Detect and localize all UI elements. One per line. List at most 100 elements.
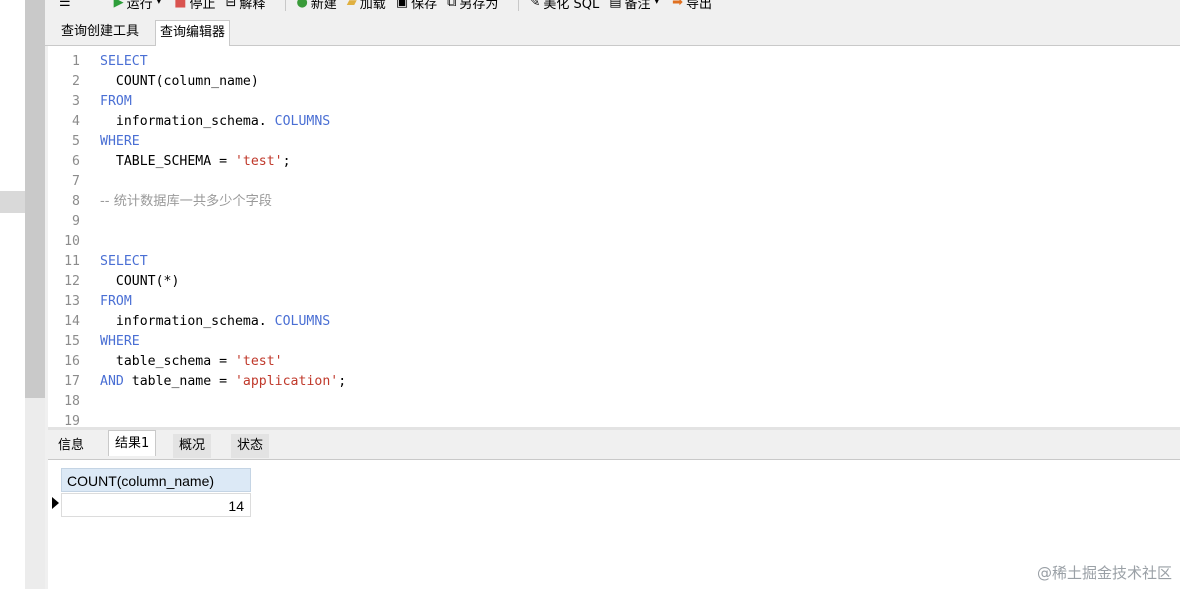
code-token: SELECT <box>100 54 148 69</box>
code-token: ; <box>338 374 347 389</box>
left-gutter <box>0 0 25 589</box>
toolbar-divider <box>518 0 520 11</box>
save-as-button[interactable]: ⧉ 另存为 <box>447 0 498 12</box>
code-token: SELECT <box>100 254 148 269</box>
line-number: 8 <box>72 194 80 209</box>
editor-tabbar: 查询创建工具 查询编辑器 <box>45 17 1180 46</box>
code-line[interactable]: 6 TABLE_SCHEMA = 'test'; <box>48 152 1180 172</box>
code-line[interactable]: 3 FROM <box>48 92 1180 112</box>
explain-icon: ⊟ <box>225 0 237 10</box>
code-line[interactable]: 8 -- 统计数据库一共多少个字段 <box>48 192 1180 212</box>
code-line[interactable]: 12 COUNT(*) <box>48 272 1180 292</box>
code-line[interactable]: 18 <box>48 392 1180 412</box>
tab-query-editor[interactable]: 查询编辑器 <box>155 20 231 46</box>
save-button[interactable]: ▣ 保存 <box>396 0 437 12</box>
save-as-icon: ⧉ <box>447 0 457 10</box>
code-line[interactable]: 9 <box>48 212 1180 232</box>
code-token: 'test' <box>234 354 283 369</box>
line-number: 11 <box>64 254 80 269</box>
run-button[interactable]: ▶ 运行 ▾ <box>114 0 165 12</box>
line-number: 1 <box>72 54 80 69</box>
line-number: 10 <box>64 234 80 249</box>
code-token: COLUMNS <box>274 314 331 329</box>
code-token: FROM <box>100 294 132 309</box>
explain-button[interactable]: ⊟ 解释 <box>226 0 266 12</box>
result-tabbar: 信息 结果1 概况 状态 <box>48 430 1180 460</box>
play-icon: ▶ <box>113 0 124 10</box>
code-line[interactable]: 7 <box>48 172 1180 192</box>
save-icon: ▣ <box>395 0 409 10</box>
tab-result1[interactable]: 结果1 <box>108 430 157 456</box>
chevron-down-icon[interactable]: ▾ <box>157 0 162 7</box>
current-row-arrow-icon <box>52 497 59 509</box>
note-button[interactable]: ▤ 备注 ▾ <box>609 0 662 12</box>
line-number: 3 <box>72 94 80 109</box>
code-token: information_schema. <box>100 114 275 129</box>
export-button[interactable]: ➡ 导出 <box>672 0 712 12</box>
left-scrollbar-thumb[interactable] <box>25 0 45 398</box>
line-number: 2 <box>72 74 80 89</box>
code-line[interactable]: 10 <box>48 232 1180 252</box>
line-number: 14 <box>64 314 80 329</box>
code-line[interactable]: 11 SELECT <box>48 252 1180 272</box>
code-line[interactable]: 19 <box>48 412 1180 427</box>
tab-status[interactable]: 状态 <box>231 434 270 458</box>
code-line[interactable]: 15 WHERE <box>48 332 1180 352</box>
code-line[interactable]: 14 information_schema. COLUMNS <box>48 312 1180 332</box>
code-line[interactable]: 16 table_schema = 'test' <box>48 352 1180 372</box>
code-token: 'test' <box>234 154 283 169</box>
line-number: 12 <box>64 274 80 289</box>
note-icon: ▤ <box>609 0 622 10</box>
stop-icon: ■ <box>174 0 187 10</box>
left-gutter-marker <box>0 191 25 213</box>
code-line[interactable]: 13 FROM <box>48 292 1180 312</box>
code-token: table_name = <box>123 374 235 389</box>
tab-info[interactable]: 信息 <box>52 434 90 458</box>
code-line[interactable]: 1 SELECT <box>48 52 1180 72</box>
export-arrow-icon: ➡ <box>672 0 683 10</box>
chevron-down-icon[interactable]: ▾ <box>655 0 660 7</box>
wand-icon: ✎ <box>529 0 541 10</box>
code-token: COUNT(*) <box>100 274 180 289</box>
code-token: table_schema = <box>100 354 235 369</box>
line-number: 9 <box>72 214 80 229</box>
line-number: 15 <box>64 334 80 349</box>
code-line[interactable]: 5 WHERE <box>48 132 1180 152</box>
line-number: 5 <box>72 134 80 149</box>
code-token: WHERE <box>100 334 140 349</box>
line-number: 18 <box>64 394 80 409</box>
toolbar: ☰ ▶ 运行 ▾ ■ 停止 ⊟ 解释 ● 新建 ▰ 加载 ▣ 保存 ⧉ 另存为 … <box>45 0 1180 14</box>
menu-button[interactable]: ☰ <box>59 0 74 9</box>
line-number: 7 <box>72 174 80 189</box>
folder-icon: ▰ <box>346 0 357 10</box>
plus-circle-icon: ● <box>296 0 308 10</box>
table-cell[interactable]: 14 <box>61 493 251 517</box>
code-token: ; <box>282 154 291 169</box>
code-line[interactable]: 2 COUNT(column_name) <box>48 72 1180 92</box>
new-button[interactable]: ● 新建 <box>296 0 336 12</box>
code-token: 'application' <box>234 374 339 389</box>
code-line[interactable]: 4 information_schema. COLUMNS <box>48 112 1180 132</box>
beautify-sql-button[interactable]: ✎ 美化 SQL <box>529 0 599 12</box>
sql-editor[interactable]: 1 SELECT 2 COUNT(column_name) 3 FROM 4 inform… <box>48 46 1180 427</box>
code-token: COUNT(column_name) <box>100 74 259 89</box>
stop-button[interactable]: ■ 停止 <box>174 0 215 12</box>
code-line[interactable]: 17 AND table_name = 'application'; <box>48 372 1180 392</box>
column-header[interactable]: COUNT(column_name) <box>61 468 251 492</box>
load-button[interactable]: ▰ 加载 <box>347 0 386 12</box>
line-number: 4 <box>72 114 80 129</box>
tab-query-builder[interactable]: 查询创建工具 <box>57 20 143 44</box>
hamburger-icon: ☰ <box>59 0 71 10</box>
tab-overview[interactable]: 概况 <box>173 434 212 458</box>
line-number: 19 <box>64 414 80 427</box>
result-grid: COUNT(column_name) 14 <box>48 460 1180 589</box>
code-token: information_schema. <box>100 314 275 329</box>
code-token: TABLE_SCHEMA = <box>100 154 235 169</box>
code-token: AND <box>100 374 124 389</box>
line-number: 16 <box>64 354 80 369</box>
line-number: 17 <box>64 374 80 389</box>
line-number: 6 <box>72 154 80 169</box>
query-window: ☰ ▶ 运行 ▾ ■ 停止 ⊟ 解释 ● 新建 ▰ 加载 ▣ 保存 ⧉ 另存为 … <box>45 0 1180 589</box>
code-token: FROM <box>100 94 132 109</box>
code-token: -- 统计数据库一共多少个字段 <box>100 194 272 209</box>
